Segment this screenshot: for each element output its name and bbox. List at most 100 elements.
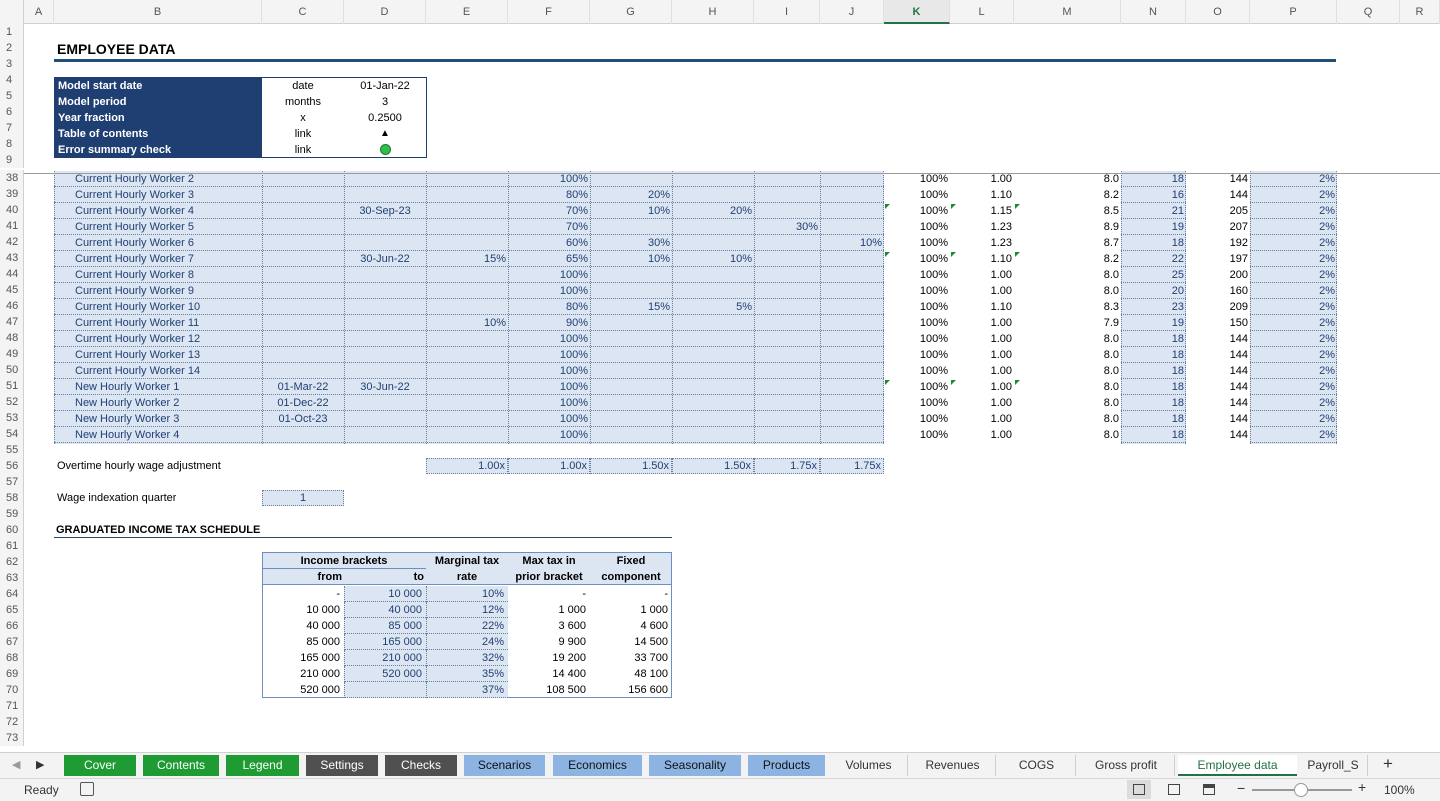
cell-n[interactable]: 21 [1121,203,1186,219]
row-header-1[interactable]: 1 [0,24,24,40]
cell-j[interactable] [820,251,884,267]
cell-n[interactable]: 18 [1121,395,1186,411]
cell-k[interactable]: 100% [884,427,950,443]
error-check-ok-icon[interactable] [380,144,391,155]
sheet-tab-legend[interactable]: Legend [226,755,299,776]
cell-i[interactable] [754,427,820,443]
cell-f[interactable]: 60% [508,235,590,251]
row-header-51[interactable]: 51 [0,378,24,394]
cell-p[interactable]: 2% [1250,363,1337,379]
cell-h[interactable] [672,315,754,331]
cell-i[interactable] [754,347,820,363]
cell-k[interactable]: 100% [884,315,950,331]
row-header-59[interactable]: 59 [0,506,24,522]
row-header-5[interactable]: 5 [0,88,24,104]
row-header-55[interactable]: 55 [0,442,24,458]
cell-o[interactable]: 205 [1186,203,1250,219]
row-header-69[interactable]: 69 [0,666,24,682]
worksheet-grid[interactable]: EMPLOYEE DATA Model start date date 01-Jan… [24,24,1440,752]
cell-i[interactable] [754,331,820,347]
column-header-g[interactable]: G [590,0,672,24]
cell-j[interactable] [820,203,884,219]
cell-c[interactable] [262,331,344,347]
cell-l[interactable]: 1.00 [950,315,1014,331]
cell-m[interactable]: 8.9 [1014,219,1121,235]
row-header-8[interactable]: 8 [0,136,24,152]
tax-cell[interactable]: 32% [426,650,508,666]
cell-n[interactable]: 25 [1121,267,1186,283]
cell-i[interactable]: 30% [754,219,820,235]
cell-e[interactable] [426,203,508,219]
cell-o[interactable]: 192 [1186,235,1250,251]
cell-m[interactable]: 8.0 [1014,363,1121,379]
cell-g[interactable]: 10% [590,251,672,267]
cell-l[interactable]: 1.15 [950,203,1014,219]
cell-l[interactable]: 1.23 [950,219,1014,235]
cell-p[interactable]: 2% [1250,203,1337,219]
cell-f[interactable]: 65% [508,251,590,267]
sheet-tab-gross-profit[interactable]: Gross profit [1078,755,1175,776]
cell-g[interactable]: 15% [590,299,672,315]
cell-i[interactable] [754,379,820,395]
cell-n[interactable]: 18 [1121,363,1186,379]
column-header-l[interactable]: L [950,0,1014,24]
tax-cell[interactable]: 165 000 [344,634,426,650]
cell-k[interactable]: 100% [884,395,950,411]
cell-i[interactable] [754,187,820,203]
cell-j[interactable]: 10% [820,235,884,251]
tax-cell[interactable]: 520 000 [344,666,426,682]
row-header-48[interactable]: 48 [0,330,24,346]
worker-name[interactable]: Current Hourly Worker 14 [75,363,262,379]
row-header-70[interactable]: 70 [0,682,24,698]
column-header-e[interactable]: E [426,0,508,24]
cell-o[interactable]: 144 [1186,187,1250,203]
cell-l[interactable]: 1.23 [950,235,1014,251]
cell-h[interactable] [672,187,754,203]
cell-i[interactable] [754,299,820,315]
cell-j[interactable] [820,299,884,315]
cell-o[interactable]: 144 [1186,427,1250,443]
column-header-i[interactable]: I [754,0,820,24]
cell-d[interactable] [344,187,426,203]
page-break-icon[interactable] [1203,784,1215,795]
cell-c[interactable] [262,299,344,315]
row-header-42[interactable]: 42 [0,234,24,250]
tax-cell[interactable]: 10% [426,586,508,602]
cell-o[interactable]: 197 [1186,251,1250,267]
worker-name[interactable]: Current Hourly Worker 13 [75,347,262,363]
worker-name[interactable]: Current Hourly Worker 11 [75,315,262,331]
cell-n[interactable]: 23 [1121,299,1186,315]
cell-c[interactable] [262,427,344,443]
cell-g[interactable] [590,331,672,347]
cell-o[interactable]: 144 [1186,363,1250,379]
cell-l[interactable]: 1.00 [950,379,1014,395]
cell-k[interactable]: 100% [884,379,950,395]
cell-m[interactable]: 8.7 [1014,235,1121,251]
cell-c[interactable]: 01-Mar-22 [262,379,344,395]
accessibility-icon[interactable] [80,782,94,796]
cell-i[interactable] [754,203,820,219]
cell-n[interactable]: 18 [1121,331,1186,347]
cell-c[interactable] [262,235,344,251]
row-header-40[interactable]: 40 [0,202,24,218]
cell-h[interactable] [672,427,754,443]
column-header-d[interactable]: D [344,0,426,24]
cell-m[interactable]: 8.5 [1014,203,1121,219]
overtime-multiplier-input[interactable]: 1.00x [426,458,508,474]
cell-h[interactable]: 5% [672,299,754,315]
worker-name[interactable]: New Hourly Worker 2 [75,395,262,411]
cell-k[interactable]: 100% [884,411,950,427]
cell-m[interactable]: 8.0 [1014,411,1121,427]
cell-n[interactable]: 18 [1121,347,1186,363]
column-header-m[interactable]: M [1014,0,1121,24]
cell-k[interactable]: 100% [884,331,950,347]
cell-k[interactable]: 100% [884,219,950,235]
cell-k[interactable]: 100% [884,187,950,203]
cell-l[interactable]: 1.00 [950,395,1014,411]
cell-c[interactable] [262,363,344,379]
cell-d[interactable] [344,347,426,363]
row-header-72[interactable]: 72 [0,714,24,730]
overtime-multiplier-input[interactable]: 1.00x [508,458,590,474]
scroll-right-icon[interactable]: ▶ [36,758,44,771]
column-header-j[interactable]: J [820,0,884,24]
